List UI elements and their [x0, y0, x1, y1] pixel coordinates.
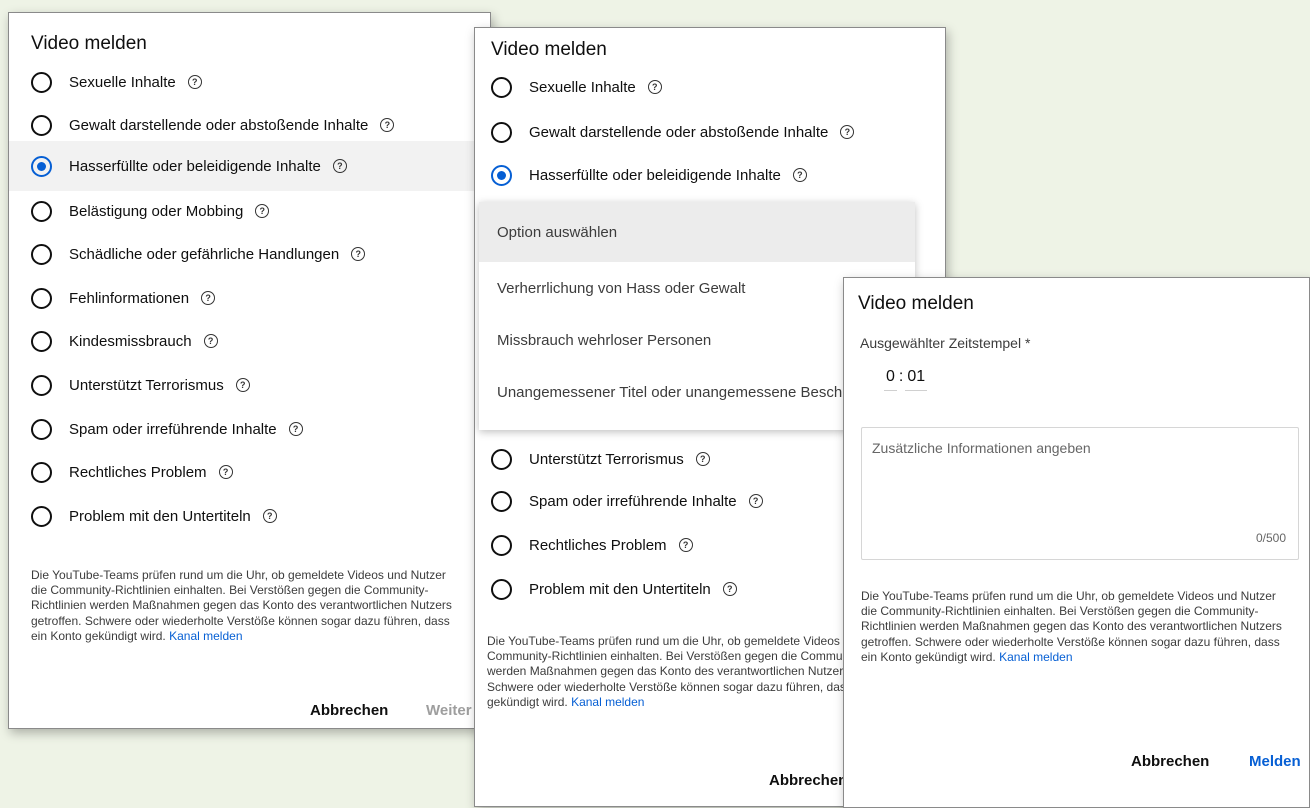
option-label: Spam oder irreführende Inhalte — [69, 420, 277, 438]
help-icon[interactable]: ? — [332, 159, 347, 173]
help-icon[interactable]: ? — [748, 494, 763, 508]
option-label: Kindesmissbrauch — [69, 332, 192, 350]
radio-button[interactable] — [491, 490, 512, 512]
timestamp-separator: : — [898, 368, 904, 385]
radio-button[interactable] — [491, 578, 512, 600]
dialog-title: Video melden — [31, 33, 147, 54]
radio-button[interactable] — [31, 71, 52, 93]
help-icon[interactable]: ? — [218, 465, 233, 479]
additional-info-field[interactable]: Zusätzliche Informationen angeben 0/500 — [861, 427, 1299, 560]
character-counter: 0/500 — [1255, 531, 1286, 545]
help-icon[interactable]: ? — [235, 378, 250, 392]
option-hateful-content[interactable]: Hasserfüllte oder beleidigende Inhalte ? — [475, 150, 945, 200]
option-label: Gewalt darstellende oder abstoßende Inha… — [69, 116, 369, 134]
radio-button-checked[interactable] — [491, 164, 512, 186]
help-icon[interactable]: ? — [201, 291, 216, 305]
disclaimer-text: Die YouTube-Teams prüfen rund um die Uhr… — [31, 568, 463, 644]
option-label: Spam oder irreführende Inhalte — [529, 492, 737, 510]
radio-button[interactable] — [491, 121, 512, 143]
help-icon[interactable]: ? — [262, 509, 277, 523]
option-label: Unterstützt Terrorismus — [69, 376, 224, 394]
option-label: Gewalt darstellende oder abstoßende Inha… — [529, 123, 829, 141]
timestamp-minutes[interactable]: 0 — [884, 368, 897, 391]
option-label: Schädliche oder gefährliche Handlungen — [69, 245, 340, 263]
report-channel-link[interactable]: Kanal melden — [999, 650, 1072, 664]
help-icon[interactable]: ? — [288, 422, 303, 436]
radio-button[interactable] — [31, 330, 52, 352]
radio-button[interactable] — [491, 448, 512, 470]
timestamp-label: Ausgewählter Zeitstempel * — [860, 335, 1031, 351]
radio-button[interactable] — [491, 76, 512, 98]
radio-button[interactable] — [31, 243, 52, 265]
report-dialog-step1: Video melden Sexuelle Inhalte ? Gewalt d… — [8, 12, 491, 729]
option-sexual-content[interactable]: Sexuelle Inhalte ? — [475, 62, 945, 112]
radio-button[interactable] — [31, 374, 52, 396]
option-label: Rechtliches Problem — [69, 463, 207, 481]
cancel-button[interactable]: Abbrechen — [1131, 753, 1209, 770]
next-button[interactable]: Weiter — [426, 702, 472, 719]
option-label: Fehlinformationen — [69, 289, 190, 307]
help-icon[interactable]: ? — [380, 118, 395, 132]
radio-button[interactable] — [31, 505, 52, 527]
report-channel-link[interactable]: Kanal melden — [571, 695, 644, 709]
radio-button[interactable] — [31, 418, 52, 440]
report-channel-link[interactable]: Kanal melden — [169, 629, 242, 643]
radio-button[interactable] — [31, 114, 52, 136]
option-terrorism[interactable]: Unterstützt Terrorismus ? — [9, 360, 490, 410]
option-label: Hasserfüllte oder beleidigende Inhalte — [69, 157, 321, 175]
help-icon[interactable]: ? — [187, 75, 202, 89]
option-label: Rechtliches Problem — [529, 536, 667, 554]
radio-button[interactable] — [491, 534, 512, 556]
help-icon[interactable]: ? — [203, 334, 218, 348]
option-label: Problem mit den Untertiteln — [529, 580, 711, 598]
help-icon[interactable]: ? — [351, 247, 366, 261]
option-harmful-acts[interactable]: Schädliche oder gefährliche Handlungen ? — [9, 229, 490, 279]
dialog-title: Video melden — [491, 39, 607, 60]
cancel-button[interactable]: Abbrechen — [310, 702, 388, 719]
option-captions-issue[interactable]: Problem mit den Untertiteln ? — [9, 491, 490, 541]
help-icon[interactable]: ? — [255, 204, 270, 218]
submit-report-button[interactable]: Melden — [1249, 753, 1301, 770]
dialog-title: Video melden — [858, 293, 974, 314]
radio-button-checked[interactable] — [31, 155, 52, 177]
help-icon[interactable]: ? — [678, 538, 693, 552]
help-icon[interactable]: ? — [695, 452, 710, 466]
radio-button[interactable] — [31, 461, 52, 483]
option-label: Sexuelle Inhalte — [529, 78, 636, 96]
disclaimer-text: Die YouTube-Teams prüfen rund um die Uhr… — [861, 589, 1291, 665]
option-label: Problem mit den Untertiteln — [69, 507, 251, 525]
additional-info-placeholder: Zusätzliche Informationen angeben — [872, 440, 1091, 456]
timestamp-seconds[interactable]: 01 — [905, 368, 928, 391]
timestamp-input[interactable]: 0 : 01 — [884, 368, 928, 391]
option-hateful-content[interactable]: Hasserfüllte oder beleidigende Inhalte ? — [9, 141, 490, 191]
help-icon[interactable]: ? — [722, 582, 737, 596]
report-dialog-step3: Video melden Ausgewählter Zeitstempel * … — [843, 277, 1310, 808]
cancel-button[interactable]: Abbrechen — [769, 772, 847, 789]
option-legal-issue[interactable]: Rechtliches Problem ? — [9, 447, 490, 497]
option-label: Sexuelle Inhalte — [69, 73, 176, 91]
radio-button[interactable] — [31, 200, 52, 222]
radio-button[interactable] — [31, 287, 52, 309]
help-icon[interactable]: ? — [792, 168, 807, 182]
help-icon[interactable]: ? — [647, 80, 662, 94]
option-label: Unterstützt Terrorismus — [529, 450, 684, 468]
option-label: Hasserfüllte oder beleidigende Inhalte — [529, 166, 781, 184]
option-child-abuse[interactable]: Kindesmissbrauch ? — [9, 316, 490, 366]
option-label: Belästigung oder Mobbing — [69, 202, 244, 220]
help-icon[interactable]: ? — [840, 125, 855, 139]
dropdown-placeholder[interactable]: Option auswählen — [479, 202, 915, 262]
